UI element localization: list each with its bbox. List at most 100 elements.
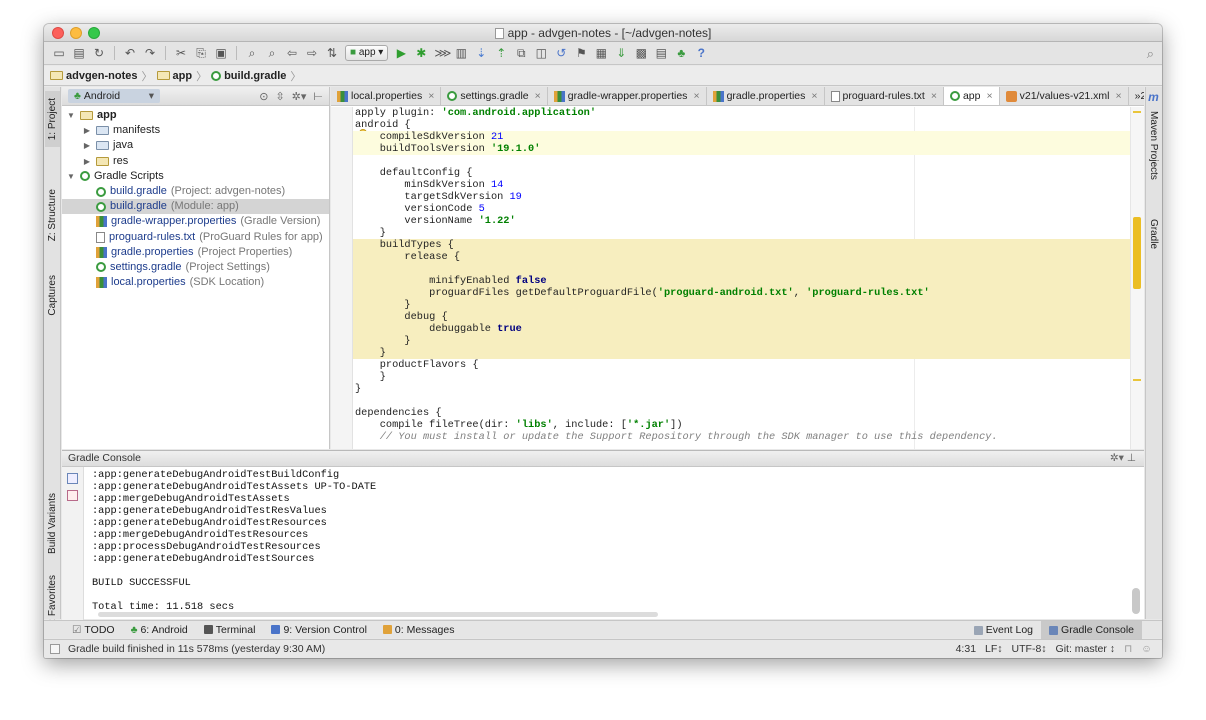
change-marker[interactable] <box>1133 379 1141 381</box>
console-output[interactable]: :app:generateDebugAndroidTestBuildConfig… <box>92 469 376 613</box>
profile-icon[interactable]: ▥ <box>454 45 468 61</box>
tree-item[interactable]: ▶ java <box>62 138 329 153</box>
run-configuration-select[interactable]: ■ app ▾ <box>345 45 389 61</box>
tool-tab-android[interactable]: ♣ 6: Android <box>123 621 196 639</box>
stop-build-icon[interactable] <box>67 490 78 501</box>
editor-scrollbar[interactable] <box>1130 107 1144 449</box>
lock-icon[interactable]: ⊓ <box>1122 640 1134 658</box>
sync-icon[interactable]: ↻ <box>92 45 106 61</box>
editor-tab[interactable]: gradle-wrapper.properties × <box>548 87 707 105</box>
tool-tab-version-control[interactable]: 9: Version Control <box>263 621 374 639</box>
attach-debugger-icon[interactable]: ⋙ <box>434 45 451 61</box>
editor-tab[interactable]: app × <box>943 87 1000 105</box>
tool-tab-project[interactable]: 1: Project <box>45 91 60 147</box>
line-separator[interactable]: LF↕ <box>983 640 1005 658</box>
forward-icon[interactable]: ⇨ <box>305 45 319 61</box>
gear-icon[interactable]: ✲▾ <box>1110 452 1124 464</box>
tree-item[interactable]: proguard-rules.txt (ProGuard Rules for ap… <box>62 230 329 245</box>
hide-panel-icon[interactable]: ⊢ <box>313 90 323 103</box>
project-structure-icon[interactable]: ⚑ <box>574 45 588 61</box>
status-message[interactable]: Gradle build finished in 11s 578ms (yest… <box>68 643 325 655</box>
find-icon[interactable]: ⌕ <box>245 45 259 61</box>
zoom-window-button[interactable] <box>88 27 100 39</box>
editor-tab[interactable]: local.properties × <box>331 87 442 105</box>
sdk-manager-icon[interactable]: ▦ <box>594 45 608 61</box>
close-window-button[interactable] <box>52 27 64 39</box>
close-tab-icon[interactable]: × <box>535 90 541 102</box>
tree-item[interactable]: build.gradle (Project: advgen-notes) <box>62 184 329 199</box>
editor-tab[interactable]: proguard-rules.txt × <box>825 87 944 105</box>
tree-item[interactable]: gradle.properties (Project Properties) <box>62 245 329 260</box>
chevron-right-icon[interactable]: ▶ <box>82 154 92 169</box>
replace-icon[interactable]: ⌕ <box>265 45 279 61</box>
breadcrumb-item-module[interactable]: app <box>156 70 192 82</box>
tool-tab-todo[interactable]: ☑ TODO <box>64 621 123 639</box>
git-branch[interactable]: Git: master ↕ <box>1054 640 1118 658</box>
tree-item[interactable]: ▼ Gradle Scripts <box>62 169 329 184</box>
code-area[interactable]: apply plugin: 'com.android.application' a… <box>353 107 1130 449</box>
tree-item[interactable]: ▶ res <box>62 154 329 169</box>
tree-item[interactable]: gradle-wrapper.properties (Gradle Version… <box>62 214 329 229</box>
editor-tab[interactable]: settings.gradle × <box>441 87 548 105</box>
scrollbar-thumb[interactable] <box>1132 588 1140 614</box>
hide-panel-icon[interactable]: ⊥ <box>1127 452 1136 464</box>
close-tab-icon[interactable]: × <box>931 90 937 102</box>
debug-icon[interactable]: ✱ <box>414 45 428 61</box>
tool-tab-terminal[interactable]: Terminal <box>196 621 264 639</box>
editor-tab[interactable]: v21/values-v21.xml × <box>1000 87 1129 105</box>
search-everywhere-icon[interactable]: ⌕ <box>1147 46 1154 62</box>
back-icon[interactable]: ⇦ <box>285 45 299 61</box>
close-tab-icon[interactable]: × <box>693 90 699 102</box>
help-button[interactable]: ? <box>694 45 708 61</box>
vcs-update-icon[interactable]: ⇣ <box>474 45 488 61</box>
tool-tab-build-variants[interactable]: Build Variants <box>45 487 60 559</box>
close-tab-icon[interactable]: × <box>811 90 817 102</box>
breadcrumb-item-project[interactable]: advgen-notes <box>50 70 138 82</box>
cursor-position[interactable]: 4:31 <box>954 640 978 658</box>
tool-tab-event-log[interactable]: Event Log <box>966 621 1041 639</box>
tab-overflow-button[interactable]: »2 <box>1129 87 1144 105</box>
redo-icon[interactable]: ↷ <box>143 45 157 61</box>
tree-item[interactable]: ▼ app <box>62 108 329 123</box>
tree-item[interactable]: ▶ manifests <box>62 123 329 138</box>
console-scrollbar[interactable] <box>1130 473 1140 615</box>
tool-tab-gradle[interactable]: Gradle <box>1146 209 1161 259</box>
tool-tab-messages[interactable]: 0: Messages <box>375 621 463 639</box>
run-icon[interactable]: ▶ <box>394 45 408 61</box>
avd-manager-icon[interactable]: ⇓ <box>614 45 628 61</box>
close-tab-icon[interactable]: × <box>986 90 992 102</box>
open-icon[interactable]: ▭ <box>52 45 66 61</box>
inspector-icon[interactable]: ☺ <box>1139 640 1154 658</box>
project-view-selector[interactable]: ♣ Android ▾ <box>68 89 160 103</box>
scrollbar-thumb[interactable] <box>1133 217 1141 289</box>
tree-item[interactable]: local.properties (SDK Location) <box>62 275 329 290</box>
editor-tab[interactable]: gradle.properties × <box>707 87 825 105</box>
copy-icon[interactable]: ⎘ <box>194 45 208 61</box>
paste-icon[interactable]: ▣ <box>214 45 228 61</box>
vcs-compare-icon[interactable]: ⧉ <box>514 45 528 61</box>
vcs-commit-icon[interactable]: ⇡ <box>494 45 508 61</box>
chevron-right-icon[interactable]: ▶ <box>82 138 92 153</box>
save-icon[interactable]: ▤ <box>72 45 86 61</box>
console-horizontal-scrollbar[interactable] <box>98 612 658 617</box>
minimize-window-button[interactable] <box>70 27 82 39</box>
warning-marker[interactable] <box>1133 111 1141 113</box>
sdk-icon[interactable]: ▤ <box>654 45 668 61</box>
close-tab-icon[interactable]: × <box>428 90 434 102</box>
breadcrumb-item-file[interactable]: build.gradle <box>211 70 286 82</box>
close-tab-icon[interactable]: × <box>1116 90 1122 102</box>
tool-tab-captures[interactable]: Captures <box>45 267 60 323</box>
device-monitor-icon[interactable]: ▩ <box>634 45 648 61</box>
tool-tab-maven-projects[interactable]: Maven Projects <box>1146 105 1161 185</box>
tree-item[interactable]: settings.gradle (Project Settings) <box>62 260 329 275</box>
android-icon[interactable]: ♣ <box>674 45 688 61</box>
gear-icon[interactable]: ✲▾ <box>292 90 307 103</box>
collapse-all-icon[interactable]: ⇳ <box>275 90 284 103</box>
clear-console-icon[interactable] <box>67 473 78 484</box>
tree-item[interactable]: build.gradle (Module: app) <box>62 199 329 215</box>
file-encoding[interactable]: UTF-8↕ <box>1010 640 1049 658</box>
make-project-icon[interactable]: ⇅ <box>325 45 339 61</box>
vcs-revert-icon[interactable]: ↺ <box>554 45 568 61</box>
chevron-right-icon[interactable]: ▶ <box>82 123 92 138</box>
vcs-history-icon[interactable]: ◫ <box>534 45 548 61</box>
